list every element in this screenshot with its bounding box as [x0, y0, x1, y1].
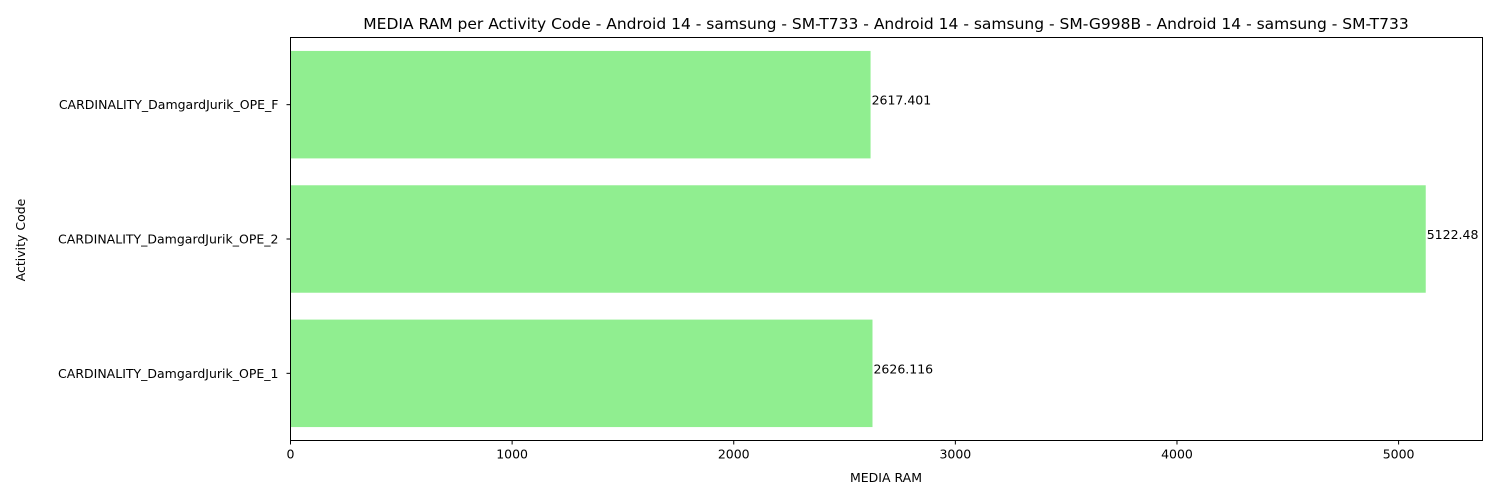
x-tick-label-5: 4000: [1161, 447, 1193, 462]
x-tick-label-6: 5000: [1383, 447, 1415, 462]
x-tick-label-4: 3000: [939, 447, 971, 462]
value-label-3: 2617.401: [872, 93, 932, 108]
chart-root: MEDIA RAM per Activity Code - Android 14…: [0, 0, 1500, 500]
bar-1: [290, 319, 873, 428]
x-tick-label-3: 2000: [718, 447, 750, 462]
x-axis-ticks: 0 1000 2000 3000 4000 5000: [287, 440, 1415, 462]
y-tick-label-3: CARDINALITY_DamgardJurik_OPE_F: [59, 97, 279, 112]
x-tick-label-1: 0: [287, 447, 295, 462]
bar-2: [290, 185, 1426, 293]
bar-chart: MEDIA RAM per Activity Code - Android 14…: [13, 15, 1483, 485]
y-axis-label: Activity Code: [13, 198, 28, 281]
value-label-1: 2626.116: [873, 361, 933, 376]
y-tick-label-1: CARDINALITY_DamgardJurik_OPE_1: [58, 366, 278, 381]
chart-title: MEDIA RAM per Activity Code - Android 14…: [363, 15, 1408, 33]
x-tick-label-2: 1000: [496, 447, 528, 462]
bars-group: [290, 50, 1426, 428]
value-label-2: 5122.48: [1427, 227, 1479, 242]
y-tick-label-2: CARDINALITY_DamgardJurik_OPE_2: [58, 232, 278, 247]
bar-3: [290, 50, 871, 159]
x-axis-label: MEDIA RAM: [850, 470, 922, 485]
y-axis-ticks: CARDINALITY_DamgardJurik_OPE_1 CARDINALIT…: [58, 97, 291, 381]
